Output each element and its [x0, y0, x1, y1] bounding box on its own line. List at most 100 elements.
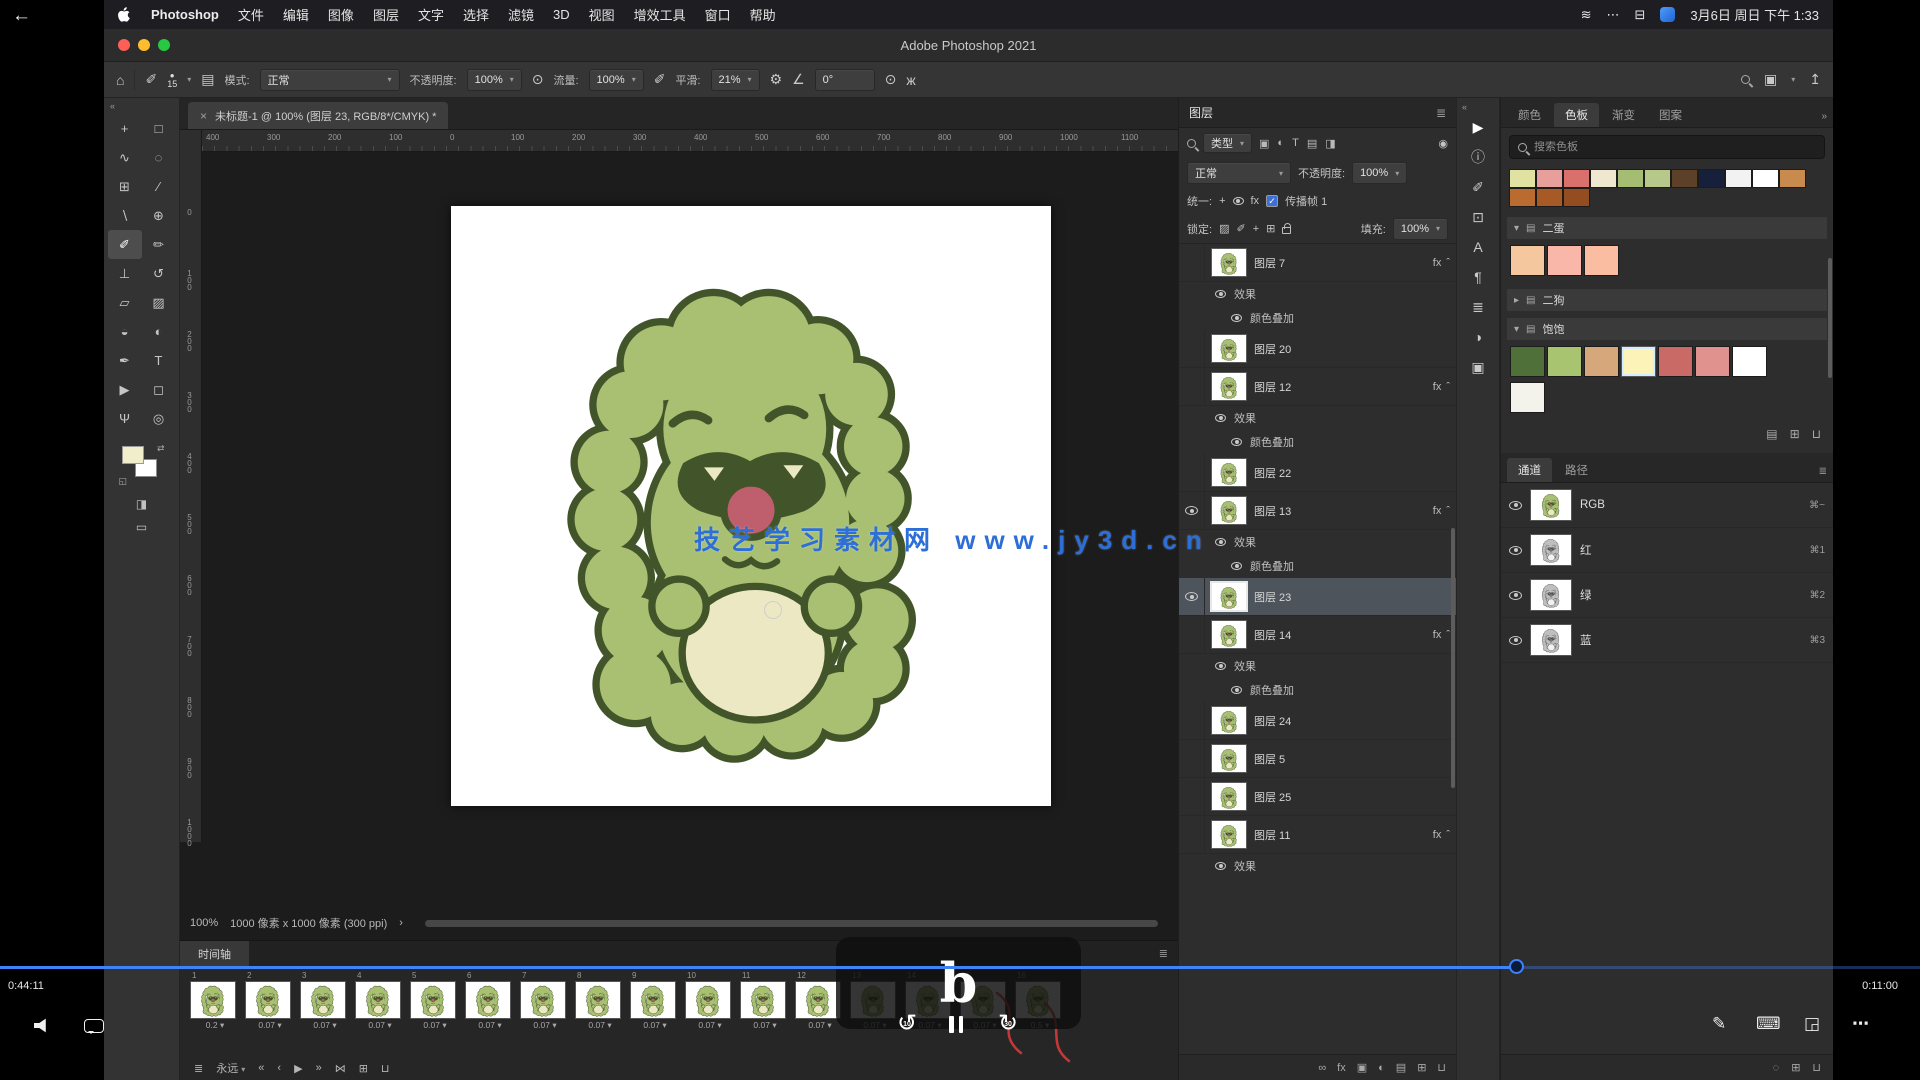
more-options-button[interactable]: ⋯ — [1852, 1014, 1869, 1034]
brush-settings-panel-icon[interactable]: ✐ — [1464, 172, 1492, 202]
menu-edit[interactable]: 编辑 — [283, 5, 309, 24]
swatch[interactable] — [1511, 383, 1544, 412]
channel-row-blue[interactable]: 蓝 ⌘3 — [1501, 618, 1833, 663]
swatch[interactable] — [1618, 170, 1643, 187]
layer-name[interactable]: 图层 23 — [1254, 589, 1291, 605]
delete-channel-icon[interactable]: ⊔ — [1812, 1061, 1821, 1074]
visibility-well[interactable] — [1179, 816, 1205, 853]
share-icon[interactable]: ↥ — [1809, 71, 1821, 88]
layer-row-selected[interactable]: 图层 23 — [1179, 578, 1456, 616]
link-layers-icon[interactable]: ∞ — [1318, 1062, 1326, 1074]
swatch-group-ergou[interactable]: ▸ ▤ 二狗 — [1507, 289, 1827, 311]
gear-icon[interactable]: ⚙ — [770, 71, 783, 88]
effect-visibility-icon[interactable] — [1215, 862, 1226, 870]
layer-visibility-icon[interactable] — [1185, 506, 1198, 515]
load-channel-selection-icon[interactable]: ◌ — [1773, 1062, 1780, 1074]
status-chevron-icon[interactable]: › — [399, 917, 403, 929]
volume-button[interactable] — [34, 1018, 53, 1038]
filter-group-icon[interactable]: ▤ — [1307, 137, 1317, 150]
progress-scrubber[interactable] — [1509, 959, 1524, 974]
menu-help[interactable]: 帮助 — [750, 5, 776, 24]
visibility-well[interactable] — [1179, 244, 1205, 281]
blur-tool-icon[interactable]: ◒ — [108, 317, 142, 346]
frame-10[interactable]: 100.07 ▾ — [685, 971, 735, 1031]
layers-tab[interactable]: 图层 — [1189, 104, 1213, 121]
swatch[interactable] — [1645, 170, 1670, 187]
menu-filter[interactable]: 滤镜 — [508, 5, 534, 24]
play-button[interactable]: ▶ — [294, 1062, 302, 1075]
layer-blend-mode-select[interactable]: 正常▾ — [1187, 162, 1291, 184]
timeline-tab[interactable]: 时间轴 — [180, 941, 249, 967]
color-swatch-widget[interactable]: ⇄ ◱ — [119, 445, 165, 487]
clone-source-panel-icon[interactable]: ⊡ — [1464, 202, 1492, 232]
duplicate-frame-button[interactable]: ⊞ — [359, 1062, 368, 1075]
libraries-panel-icon[interactable]: ▣ — [1464, 352, 1492, 382]
swatch[interactable] — [1510, 170, 1535, 187]
swatch[interactable] — [1511, 246, 1544, 275]
swatches-panel-menu-icon[interactable]: » — [1821, 111, 1827, 122]
visibility-well[interactable] — [1179, 616, 1205, 653]
dodge-tool-icon[interactable]: ◐ — [142, 317, 176, 346]
expand-panels-icon[interactable]: « — [1457, 102, 1467, 112]
fx-badge[interactable]: fx — [1433, 257, 1442, 269]
lasso-tool-icon[interactable]: ∿ — [108, 143, 142, 172]
layer-mask-icon[interactable]: ▣ — [1357, 1061, 1367, 1074]
effects-row[interactable]: 效果 — [1179, 282, 1456, 306]
quick-select-tool-icon[interactable]: ◌ — [142, 143, 176, 172]
propagate-checkbox[interactable]: ✓ — [1266, 195, 1278, 207]
eyedropper-tool-icon[interactable]: ∖ — [108, 201, 142, 230]
layer-visibility-icon[interactable] — [1185, 592, 1198, 601]
color-overlay-row[interactable]: 颜色叠加 — [1179, 306, 1456, 330]
swatch[interactable] — [1780, 170, 1805, 187]
apple-icon[interactable] — [118, 7, 132, 22]
layer-name[interactable]: 图层 14 — [1254, 627, 1291, 643]
progress-bar[interactable] — [0, 966, 1920, 969]
screen-mode-icon[interactable]: ▭ — [136, 520, 147, 534]
visibility-well[interactable] — [1179, 740, 1205, 777]
layer-filter-select[interactable]: 类型▾ — [1203, 133, 1252, 153]
collapse-effects-icon[interactable]: ˆ — [1446, 505, 1450, 517]
minimize-window-button[interactable] — [138, 39, 150, 51]
channel-visibility-icon[interactable] — [1509, 501, 1522, 510]
channel-visibility-icon[interactable] — [1509, 546, 1522, 555]
effects-row[interactable]: 效果 — [1179, 854, 1456, 878]
actions-panel-icon[interactable]: ▶ — [1464, 112, 1492, 142]
unify-visibility-icon[interactable] — [1233, 197, 1244, 205]
menu-file[interactable]: 文件 — [238, 5, 264, 24]
filter-type-icon[interactable]: T — [1292, 137, 1299, 149]
menu-select[interactable]: 选择 — [463, 5, 489, 24]
document-tab[interactable]: × 未标题-1 @ 100% (图层 23, RGB/8*/CMYK) * — [188, 102, 448, 129]
new-channel-icon[interactable]: ⊞ — [1791, 1061, 1800, 1074]
effect-visibility-icon[interactable] — [1231, 314, 1242, 322]
menu-image[interactable]: 图像 — [328, 5, 354, 24]
menu-window[interactable]: 窗口 — [705, 5, 731, 24]
crop-tool-icon[interactable]: ⊞ — [108, 172, 142, 201]
swatch[interactable] — [1548, 347, 1581, 376]
visibility-well[interactable] — [1179, 330, 1205, 367]
airbrush-icon[interactable]: ✐ — [654, 71, 666, 88]
unify-position-icon[interactable]: + — [1219, 195, 1225, 207]
shape-tool-icon[interactable]: ◻ — [142, 375, 176, 404]
layer-row[interactable]: 图层 11 fxˆ — [1179, 816, 1456, 854]
move-tool-icon[interactable]: + — [108, 114, 142, 143]
effect-visibility-icon[interactable] — [1215, 662, 1226, 670]
flow-select[interactable]: 100% ▾ — [589, 69, 644, 91]
quick-mask-icon[interactable]: ◨ — [136, 497, 147, 511]
timeline-panel-menu-icon[interactable]: ≣ — [1159, 947, 1168, 960]
close-window-button[interactable] — [118, 39, 130, 51]
layer-name[interactable]: 图层 12 — [1254, 379, 1291, 395]
fx-badge[interactable]: fx — [1433, 829, 1442, 841]
layer-name[interactable]: 图层 11 — [1254, 827, 1290, 843]
effect-visibility-icon[interactable] — [1215, 538, 1226, 546]
tab-paths[interactable]: 路径 — [1554, 458, 1599, 482]
swatch[interactable] — [1511, 347, 1544, 376]
next-frame-button[interactable]: » — [316, 1062, 322, 1074]
zoom-level[interactable]: 100% — [190, 917, 218, 929]
channels-panel-menu-icon[interactable]: ≣ — [1819, 466, 1827, 477]
layer-row[interactable]: 图层 14 fxˆ — [1179, 616, 1456, 654]
swatch[interactable] — [1699, 170, 1724, 187]
properties-panel-icon[interactable]: ≣ — [1464, 292, 1492, 322]
layer-name[interactable]: 图层 5 — [1254, 751, 1285, 767]
layer-name[interactable]: 图层 22 — [1254, 465, 1291, 481]
loop-select[interactable]: 永远 ▾ — [216, 1060, 245, 1076]
